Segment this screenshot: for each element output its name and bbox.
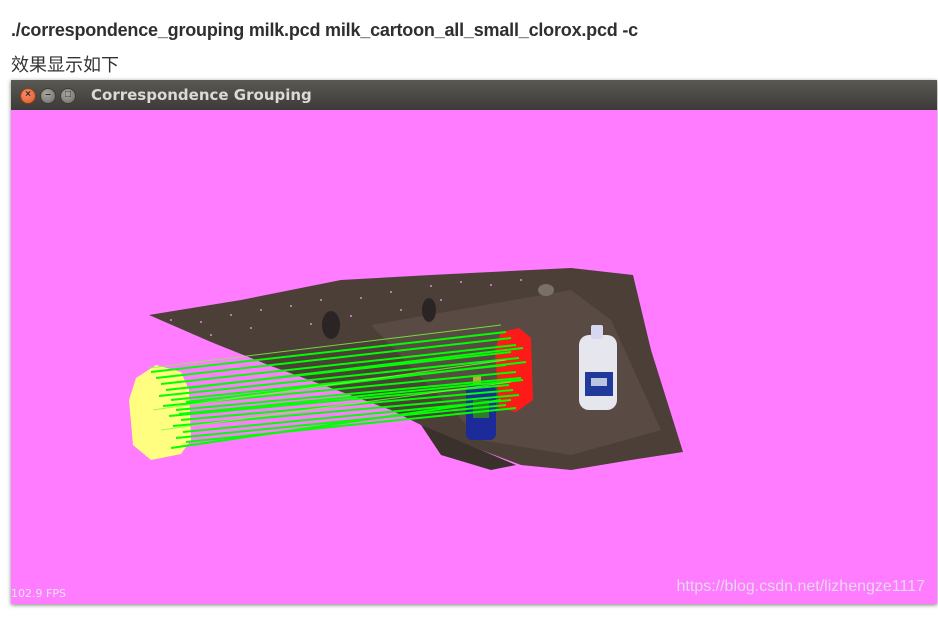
viewer-window: × – □ Correspondence Grouping 102.9 FPS … bbox=[11, 80, 937, 604]
scene-object bbox=[538, 284, 554, 296]
maximize-icon[interactable]: □ bbox=[60, 88, 76, 104]
close-icon[interactable]: × bbox=[20, 88, 36, 104]
scene-object bbox=[422, 298, 436, 322]
minimize-icon[interactable]: – bbox=[40, 88, 56, 104]
caption-text: 效果显示如下 bbox=[11, 55, 119, 76]
scene-object bbox=[322, 311, 340, 339]
fps-counter: 102.9 FPS bbox=[11, 587, 66, 600]
command-line-text: ./correspondence_grouping milk.pcd milk_… bbox=[11, 20, 638, 40]
window-title: Correspondence Grouping bbox=[91, 86, 312, 104]
point-cloud-render bbox=[129, 268, 683, 470]
watermark-text: https://blog.csdn.net/lizhengze1117 bbox=[676, 578, 925, 595]
point-cloud-viewport[interactable]: 102.9 FPS https://blog.csdn.net/lizhengz… bbox=[11, 110, 937, 604]
window-titlebar[interactable]: × – □ Correspondence Grouping bbox=[11, 80, 937, 110]
clorox-bottle bbox=[579, 325, 617, 410]
